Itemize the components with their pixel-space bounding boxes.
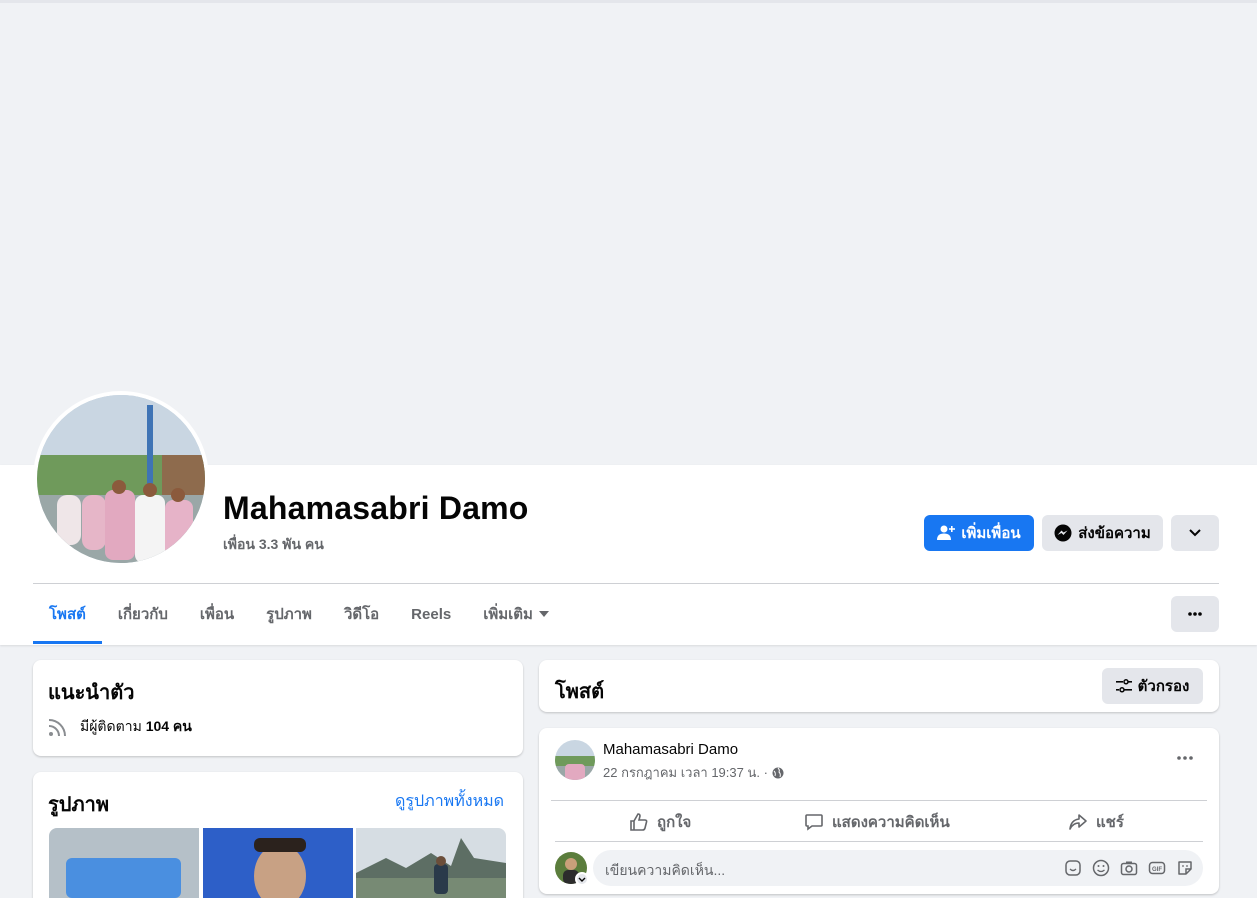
filter-button[interactable]: ตัวกรอง: [1102, 668, 1203, 704]
photos-title: รูปภาพ: [48, 794, 110, 816]
photo-thumbnail[interactable]: [203, 828, 353, 898]
profile-switch-chevron[interactable]: [575, 872, 589, 886]
message-button[interactable]: ส่งข้อความ: [1042, 515, 1163, 551]
followers-prefix: มีผู้ติดตาม: [80, 718, 142, 734]
rss-icon: [48, 719, 66, 737]
see-all-photos-link[interactable]: ดูรูปภาพทั้งหมด: [395, 789, 504, 814]
comment-tools: GIF: [1063, 858, 1195, 878]
followers-count[interactable]: 104 คน: [146, 718, 192, 734]
share-button[interactable]: แชร์: [1068, 810, 1124, 834]
gif-icon[interactable]: GIF: [1147, 858, 1167, 878]
tab-label: โพสต์: [49, 606, 86, 623]
intro-title: แนะนำตัว: [48, 682, 135, 704]
profile-options-button[interactable]: [1171, 515, 1219, 551]
profile-photo-image: [37, 395, 205, 563]
emoji-icon[interactable]: [1091, 858, 1111, 878]
post-timestamp[interactable]: 22 กรกฎาคม เวลา 19:37 น. ·: [603, 762, 768, 783]
intro-card: [33, 660, 523, 756]
tab-label: วิดีโอ: [343, 606, 380, 623]
filter-label: ตัวกรอง: [1137, 678, 1190, 695]
post-divider: [555, 841, 1203, 842]
share-icon: [1069, 814, 1087, 830]
like-button[interactable]: ถูกใจ: [629, 810, 691, 834]
sticker-icon[interactable]: [1063, 858, 1083, 878]
globe-icon: [772, 767, 784, 778]
share-label: แชร์: [1096, 814, 1124, 831]
message-label: ส่งข้อความ: [1078, 525, 1151, 542]
cover-photo[interactable]: [1, 3, 1251, 465]
camera-icon[interactable]: [1119, 858, 1139, 878]
comment-label: แสดงความคิดเห็น: [832, 814, 950, 831]
tab-videos[interactable]: วิดีโอ: [328, 584, 395, 644]
post-divider: [551, 800, 1207, 801]
photo-thumbnail[interactable]: [356, 828, 506, 898]
photo-thumbnail[interactable]: [49, 828, 199, 898]
tab-label: รูปภาพ: [266, 606, 312, 623]
tabs-more-button[interactable]: [1171, 596, 1219, 632]
filter-icon: [1115, 679, 1132, 693]
post-author-avatar[interactable]: [555, 740, 595, 780]
caret-down-icon: [538, 611, 549, 617]
avatar-sticker-icon[interactable]: [1175, 858, 1195, 878]
add-friend-label: เพิ่มเพื่อน: [961, 525, 1021, 542]
chevron-down-icon: [578, 877, 586, 882]
chevron-down-icon: [1189, 529, 1201, 537]
post-options-button[interactable]: [1167, 742, 1203, 774]
tab-posts[interactable]: โพสต์: [33, 584, 102, 644]
followers-line: มีผู้ติดตาม 104 คน: [48, 716, 192, 738]
tab-more[interactable]: เพิ่มเติม: [467, 584, 565, 644]
comment-icon: [805, 814, 823, 831]
friends-count[interactable]: เพื่อน 3.3 พัน คน: [223, 534, 324, 556]
profile-tabs: โพสต์ เกี่ยวกับ เพื่อน รูปภาพ วิดีโอ Ree…: [33, 584, 565, 644]
tab-label: เพิ่มเติม: [483, 606, 533, 623]
like-label: ถูกใจ: [657, 814, 692, 831]
add-friend-button[interactable]: เพิ่มเพื่อน: [924, 515, 1034, 551]
tab-friends[interactable]: เพื่อน: [184, 584, 250, 644]
post-meta: 22 กรกฎาคม เวลา 19:37 น. ·: [603, 762, 784, 783]
tab-label: เพื่อน: [199, 606, 235, 623]
more-icon: [1188, 612, 1202, 616]
more-icon: [1177, 756, 1193, 760]
tab-label: เกี่ยวกับ: [117, 606, 168, 623]
post-author-name[interactable]: Mahamasabri Damo: [603, 741, 738, 758]
tab-label: Reels: [411, 605, 452, 623]
comment-button[interactable]: แสดงความคิดเห็น: [804, 810, 950, 834]
profile-name: Mahamasabri Damo: [223, 490, 529, 526]
comment-placeholder: เขียนความคิดเห็น...: [605, 862, 726, 878]
tab-reels[interactable]: Reels: [395, 584, 467, 644]
tab-about[interactable]: เกี่ยวกับ: [102, 584, 184, 644]
tab-photos[interactable]: รูปภาพ: [250, 584, 328, 644]
profile-picture[interactable]: [33, 391, 209, 567]
add-friend-icon: [937, 525, 956, 540]
like-icon: [630, 813, 648, 831]
comment-input[interactable]: เขียนความคิดเห็น... GIF: [593, 850, 1203, 886]
posts-title: โพสต์: [555, 681, 605, 703]
svg-text:GIF: GIF: [1152, 867, 1162, 873]
messenger-icon: [1054, 524, 1072, 542]
